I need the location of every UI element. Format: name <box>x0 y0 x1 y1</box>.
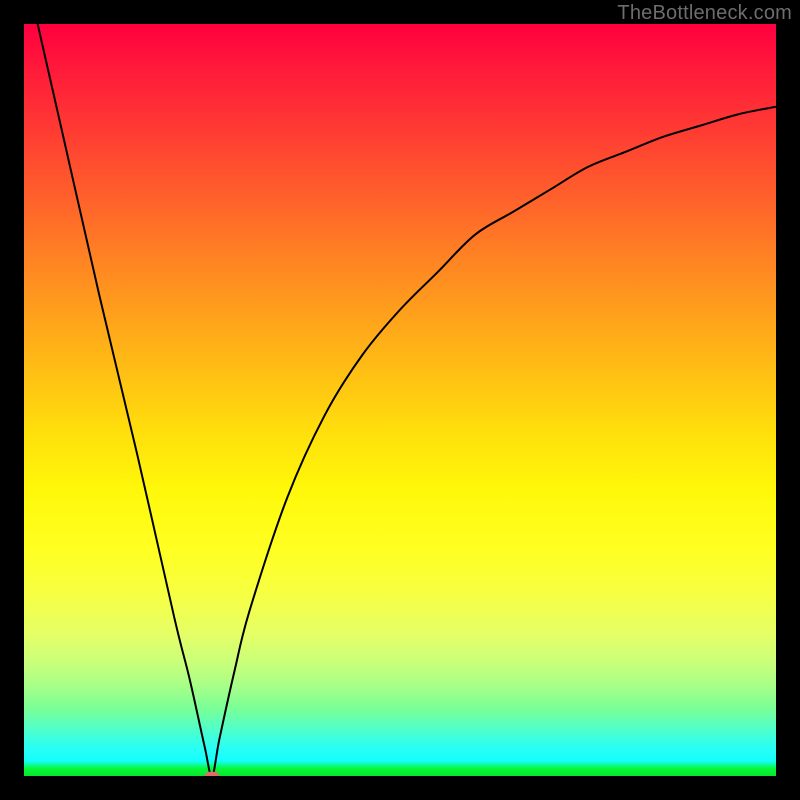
bottleneck-curve-path <box>24 24 776 776</box>
plot-area <box>24 24 776 776</box>
chart-figure: TheBottleneck.com <box>0 0 800 800</box>
watermark-text: TheBottleneck.com <box>617 2 792 25</box>
curve-layer <box>24 24 776 776</box>
minimum-marker <box>204 771 219 776</box>
